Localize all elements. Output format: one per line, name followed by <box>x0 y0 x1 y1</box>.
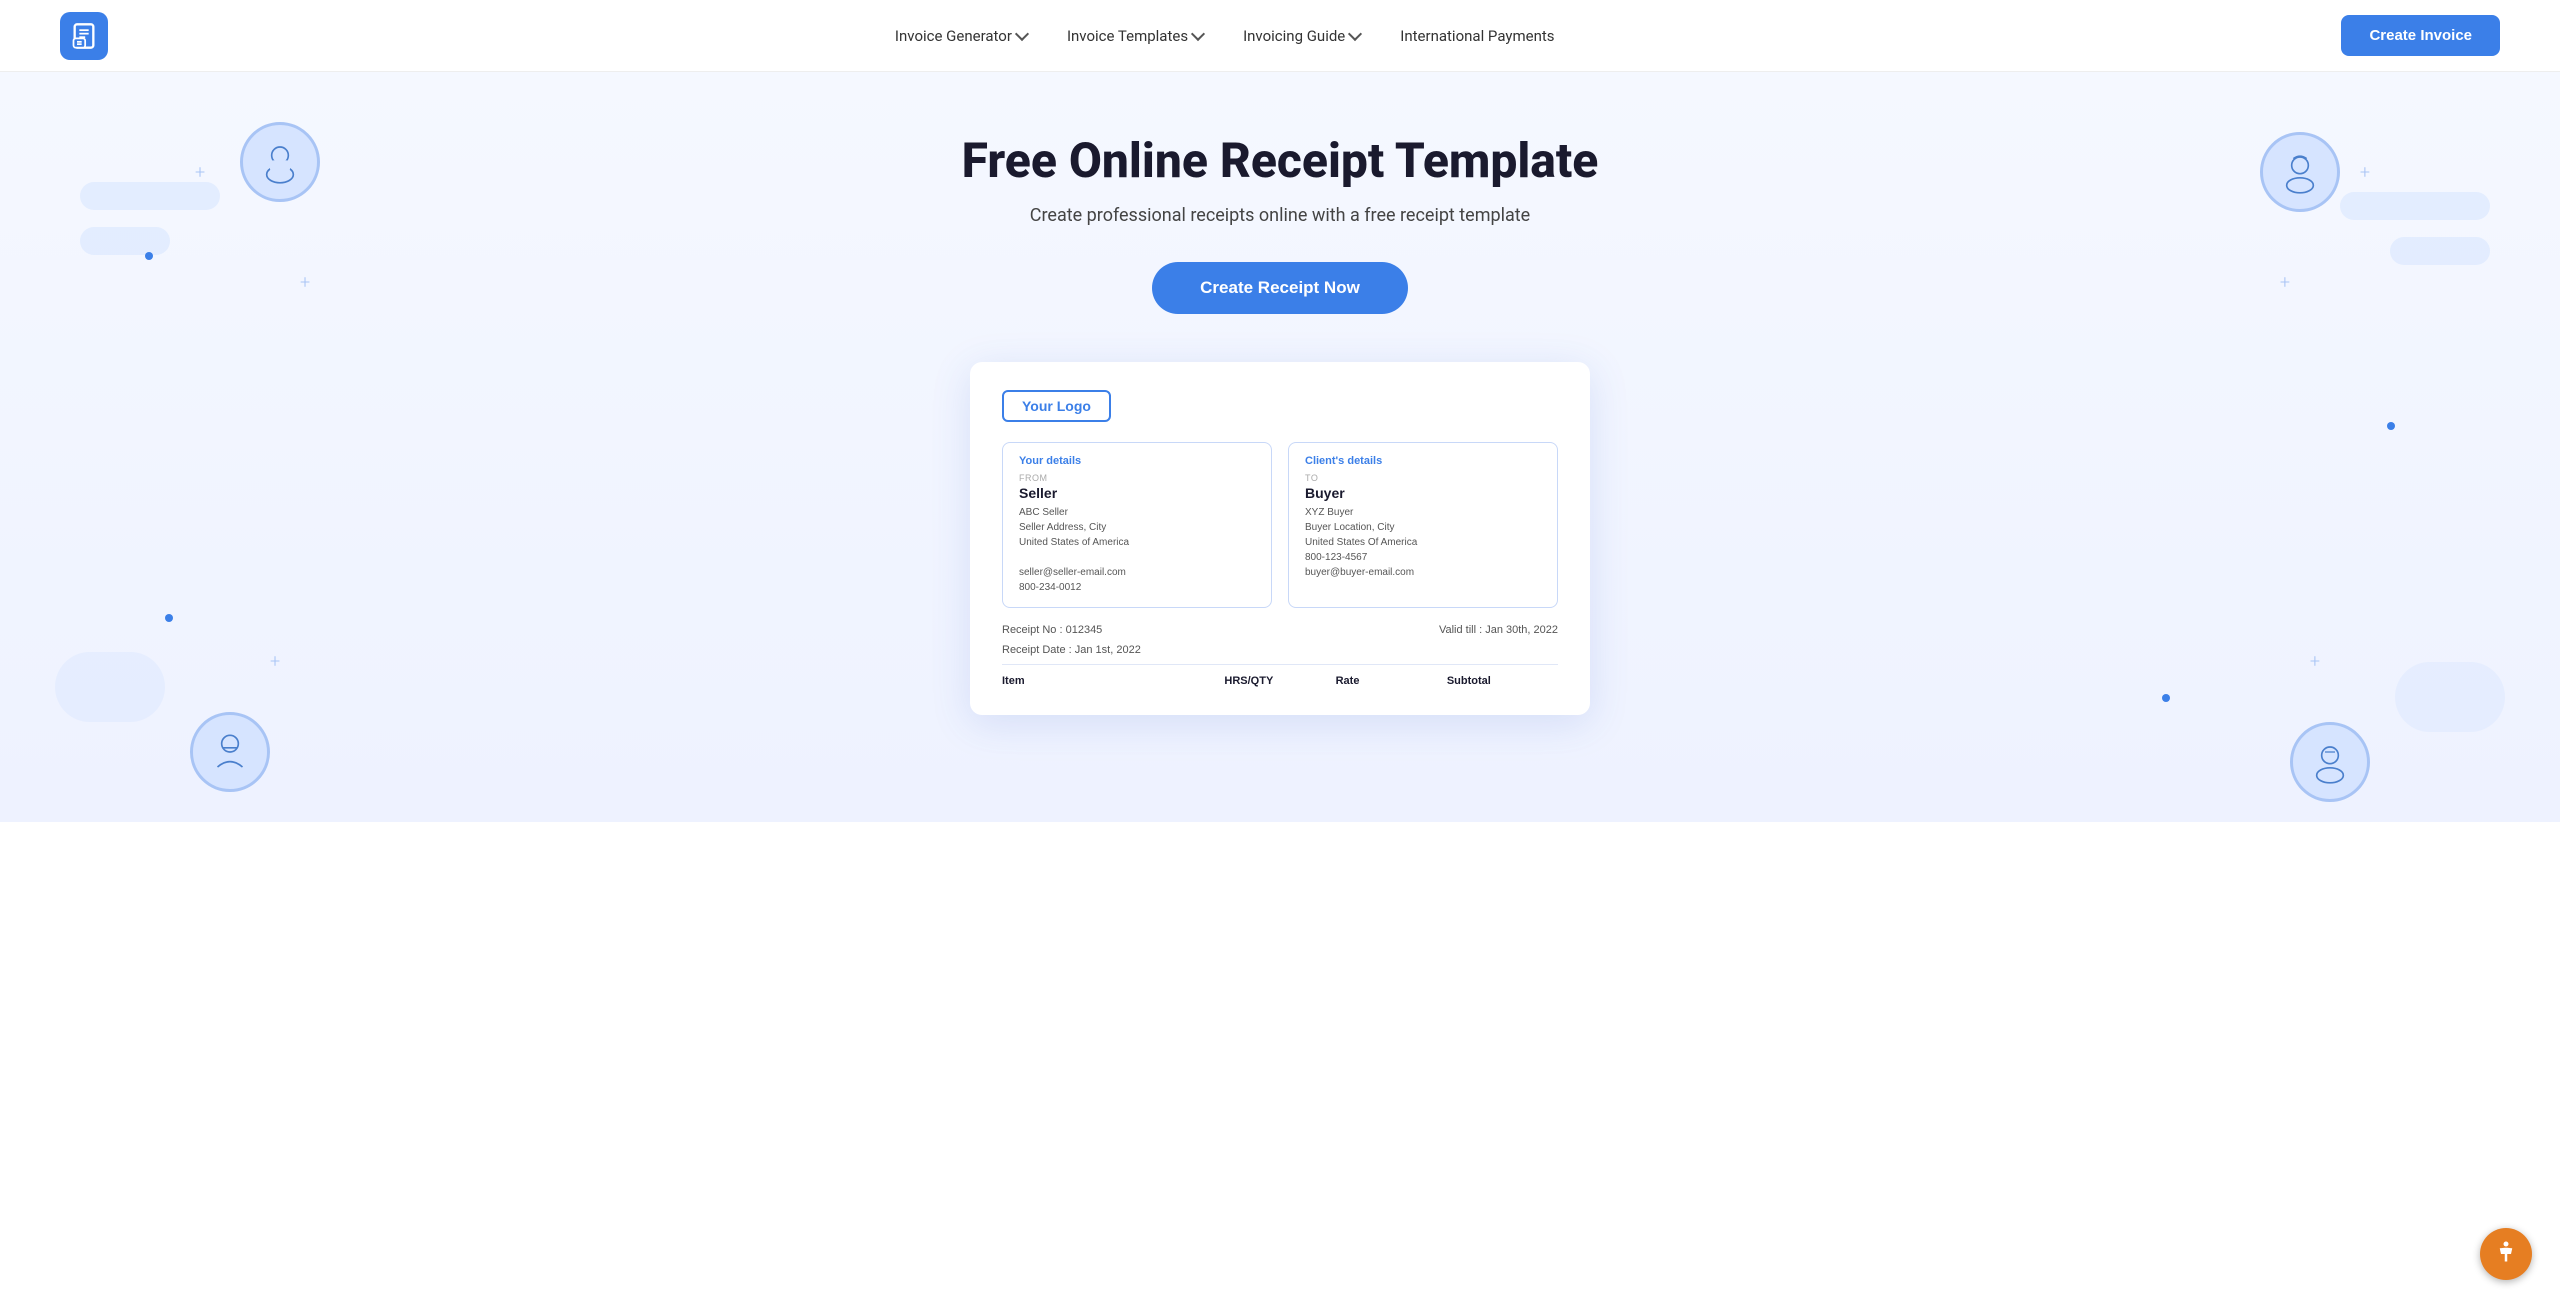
pill-decoration <box>2390 237 2490 265</box>
nav-international-payments[interactable]: International Payments <box>1400 27 1554 45</box>
to-label: TO <box>1305 473 1541 483</box>
hero-section: + + + + + + <box>0 72 2560 822</box>
receipt-table-header: Item HRS/QTY Rate Subtotal <box>1002 664 1558 687</box>
chevron-icon <box>1191 27 1205 41</box>
nav-links: Invoice Generator Invoice Templates Invo… <box>108 27 2341 45</box>
receipt-meta: Receipt No : 012345 Valid till : Jan 30t… <box>1002 624 1558 636</box>
chevron-icon <box>1015 27 1029 41</box>
plus-decoration: + <box>270 651 280 672</box>
dot-decoration <box>2387 422 2395 430</box>
navbar: Invoice Generator Invoice Templates Invo… <box>0 0 2560 72</box>
avatar-decoration <box>2260 132 2340 212</box>
hero-subtitle: Create professional receipts online with… <box>1030 205 1530 226</box>
nav-invoice-templates[interactable]: Invoice Templates <box>1067 27 1203 45</box>
logo[interactable] <box>60 12 108 60</box>
from-label: FROM <box>1019 473 1255 483</box>
receipt-card: Your Logo Your details FROM Seller ABC S… <box>970 362 1590 715</box>
nav-invoicing-guide[interactable]: Invoicing Guide <box>1243 27 1360 45</box>
client-details-box: Client's details TO Buyer XYZ Buyer Buye… <box>1288 442 1558 608</box>
pill-decoration <box>2340 192 2490 220</box>
dot-decoration <box>145 252 153 260</box>
plus-decoration: + <box>2280 272 2290 293</box>
seller-name: Seller <box>1019 485 1255 501</box>
receipt-details-row: Your details FROM Seller ABC Seller Sell… <box>1002 442 1558 608</box>
logo-icon <box>70 22 98 50</box>
nav-invoice-generator[interactable]: Invoice Generator <box>895 27 1027 45</box>
plus-decoration: + <box>2360 162 2370 183</box>
pill-decoration <box>80 182 220 210</box>
dot-decoration <box>2162 694 2170 702</box>
pill-decoration <box>80 227 170 255</box>
avatar-decoration <box>240 122 320 202</box>
receipt-no: Receipt No : 012345 <box>1002 624 1102 636</box>
blob-decoration <box>2395 662 2505 732</box>
plus-decoration: + <box>195 162 205 183</box>
your-details-title: Your details <box>1019 455 1255 467</box>
seller-info: ABC Seller Seller Address, City United S… <box>1019 505 1255 595</box>
hero-title: Free Online Receipt Template <box>962 132 1599 189</box>
chevron-icon <box>1348 27 1362 41</box>
avatar-decoration <box>2290 722 2370 802</box>
plus-decoration: + <box>300 272 310 293</box>
client-details-title: Client's details <box>1305 455 1541 467</box>
avatar-decoration <box>190 712 270 792</box>
dot-decoration <box>165 614 173 622</box>
receipt-date: Receipt Date : Jan 1st, 2022 <box>1002 644 1141 656</box>
buyer-info: XYZ Buyer Buyer Location, City United St… <box>1305 505 1541 580</box>
create-receipt-button[interactable]: Create Receipt Now <box>1152 262 1408 314</box>
valid-till: Valid till : Jan 30th, 2022 <box>1439 624 1558 636</box>
accessibility-icon <box>2491 1239 2521 1269</box>
receipt-logo: Your Logo <box>1002 390 1111 422</box>
your-details-box: Your details FROM Seller ABC Seller Sell… <box>1002 442 1272 608</box>
plus-decoration: + <box>2310 651 2320 672</box>
create-invoice-button[interactable]: Create Invoice <box>2341 15 2500 56</box>
accessibility-button[interactable] <box>2480 1228 2532 1280</box>
receipt-date-row: Receipt Date : Jan 1st, 2022 <box>1002 644 1558 656</box>
blob-decoration <box>55 652 165 722</box>
receipt-preview: Your Logo Your details FROM Seller ABC S… <box>970 362 1590 715</box>
buyer-name: Buyer <box>1305 485 1541 501</box>
